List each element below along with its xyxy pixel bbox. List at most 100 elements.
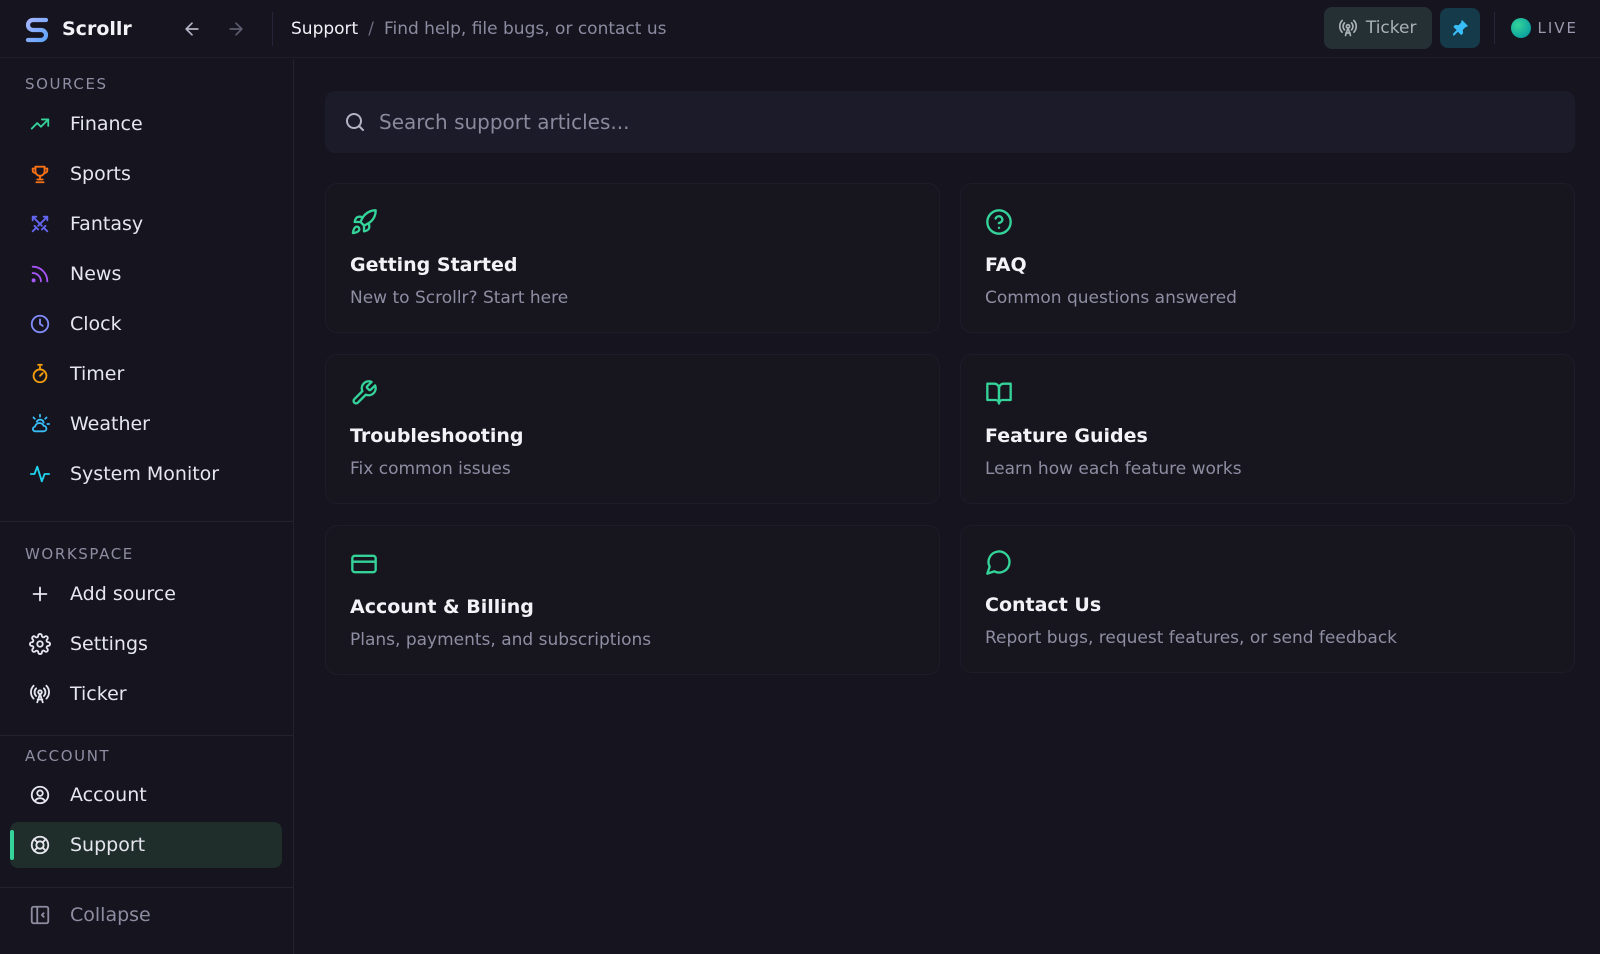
clock-icon [30,314,50,334]
card-description: Learn how each feature works [985,459,1242,479]
message-circle-icon [986,550,1011,575]
card-description: New to Scrollr? Start here [350,288,569,308]
card-account-billing[interactable]: Account & Billing Plans, payments, and s… [325,525,940,675]
card-title: FAQ [985,254,1027,276]
card-description: Plans, payments, and subscriptions [350,630,652,650]
sidebar-item-label: Finance [70,113,143,135]
card-description: Common questions answered [985,288,1237,308]
sidebar-item-news[interactable]: News [10,251,282,297]
sidebar-item-add-source[interactable]: Add source [10,571,282,617]
sidebar-item-label: Add source [70,583,176,605]
sidebar-item-timer[interactable]: Timer [10,351,282,397]
sidebar-item-clock[interactable]: Clock [10,301,282,347]
arrow-right-icon [229,21,243,36]
sidebar-item-label: Sports [70,163,131,185]
credit-card-icon [351,554,377,574]
life-buoy-icon [30,835,50,855]
pin-icon [1453,20,1469,36]
card-title: Contact Us [985,594,1102,616]
sidebar-item-support[interactable]: Support [10,822,282,868]
page-description: Find help, file bugs, or contact us [383,18,667,39]
card-contact-us[interactable]: Contact Us Report bugs, request features… [960,525,1575,673]
breadcrumb-separator: / [368,18,374,39]
sidebar-divider [0,735,293,736]
sidebar-item-label: Settings [70,633,148,655]
sidebar-item-settings[interactable]: Settings [10,621,282,667]
search-icon [346,113,364,131]
topbar-actions: Ticker LIVE [1323,7,1578,49]
card-title: Feature Guides [985,425,1148,447]
rss-icon [31,265,49,283]
sidebar-item-sports[interactable]: Sports [10,151,282,197]
workspace-section-label: WORKSPACE [25,545,134,563]
sidebar: SOURCES Finance Sports Fantasy News Cloc… [0,59,294,954]
sidebar-item-ticker[interactable]: Ticker [10,671,282,717]
sidebar-item-label: Support [70,834,146,856]
sidebar-item-label: System Monitor [70,463,220,485]
card-faq[interactable]: FAQ Common questions answered [960,183,1575,333]
search-input[interactable] [379,102,1539,142]
brand[interactable]: Scrollr [22,14,152,44]
card-feature-guides[interactable]: Feature Guides Learn how each feature wo… [960,354,1575,504]
arrow-left-icon [185,21,199,36]
sidebar-item-account[interactable]: Account [10,772,282,818]
rocket-icon [351,209,377,235]
card-description: Fix common issues [350,459,511,479]
sidebar-item-finance[interactable]: Finance [10,101,282,147]
sources-section-label: SOURCES [25,75,108,93]
ticker-button-label: Ticker [1365,18,1417,38]
sidebar-divider [0,521,293,522]
card-description: Report bugs, request features, or send f… [985,628,1398,648]
user-circle-icon [30,785,50,805]
pin-button[interactable] [1440,8,1481,48]
wrench-icon [352,380,377,405]
broadcast-icon [1338,19,1357,37]
cloud-sun-icon [31,413,51,433]
sidebar-item-label: Fantasy [70,213,144,235]
live-status-dot-icon [1511,18,1532,38]
help-circle-icon [986,209,1012,235]
sidebar-item-label: Timer [70,363,125,385]
activity-icon [29,465,51,483]
sidebar-item-weather[interactable]: Weather [10,401,282,447]
sidebar-collapse-icon [30,905,50,925]
topbar-divider-right [1494,12,1496,44]
topbar-divider [272,11,273,46]
live-label: LIVE [1537,19,1578,37]
breadcrumb: Support / Find help, file bugs, or conta… [291,19,667,39]
breadcrumb-current[interactable]: Support [291,19,358,39]
trending-up-icon [30,118,50,130]
scrollr-logo-icon [25,17,49,42]
live-indicator: LIVE [1511,18,1578,38]
sidebar-item-label: News [70,263,122,285]
back-button[interactable] [178,15,206,43]
card-title: Getting Started [350,254,518,276]
top-bar: Scrollr Support / Find help, file bugs, … [0,0,1600,58]
timer-icon [32,363,48,384]
book-open-icon [986,382,1012,405]
collapse-sidebar-button[interactable]: Collapse [10,892,282,938]
sidebar-item-label: Weather [70,413,150,435]
gear-icon [29,633,51,655]
broadcast-icon [30,684,50,704]
app-window: Scrollr Support / Find help, file bugs, … [0,0,1600,954]
card-title: Account & Billing [350,596,534,618]
sidebar-item-label: Account [70,784,147,806]
collapse-label: Collapse [70,904,151,926]
sidebar-divider [0,887,293,888]
sidebar-item-fantasy[interactable]: Fantasy [10,201,282,247]
plus-icon [32,586,48,602]
app-name: Scrollr [62,17,132,40]
search-bar[interactable] [325,91,1575,153]
card-troubleshooting[interactable]: Troubleshooting Fix common issues [325,354,940,504]
sidebar-item-label: Ticker [70,683,127,705]
swords-icon [31,215,49,233]
card-getting-started[interactable]: Getting Started New to Scrollr? Start he… [325,183,940,333]
forward-button[interactable] [222,15,250,43]
account-section-label: ACCOUNT [25,747,111,765]
sidebar-item-label: Clock [70,313,122,335]
ticker-button[interactable]: Ticker [1323,7,1433,49]
trophy-icon [31,165,49,184]
card-title: Troubleshooting [350,425,524,447]
sidebar-item-system-monitor[interactable]: System Monitor [10,451,282,497]
